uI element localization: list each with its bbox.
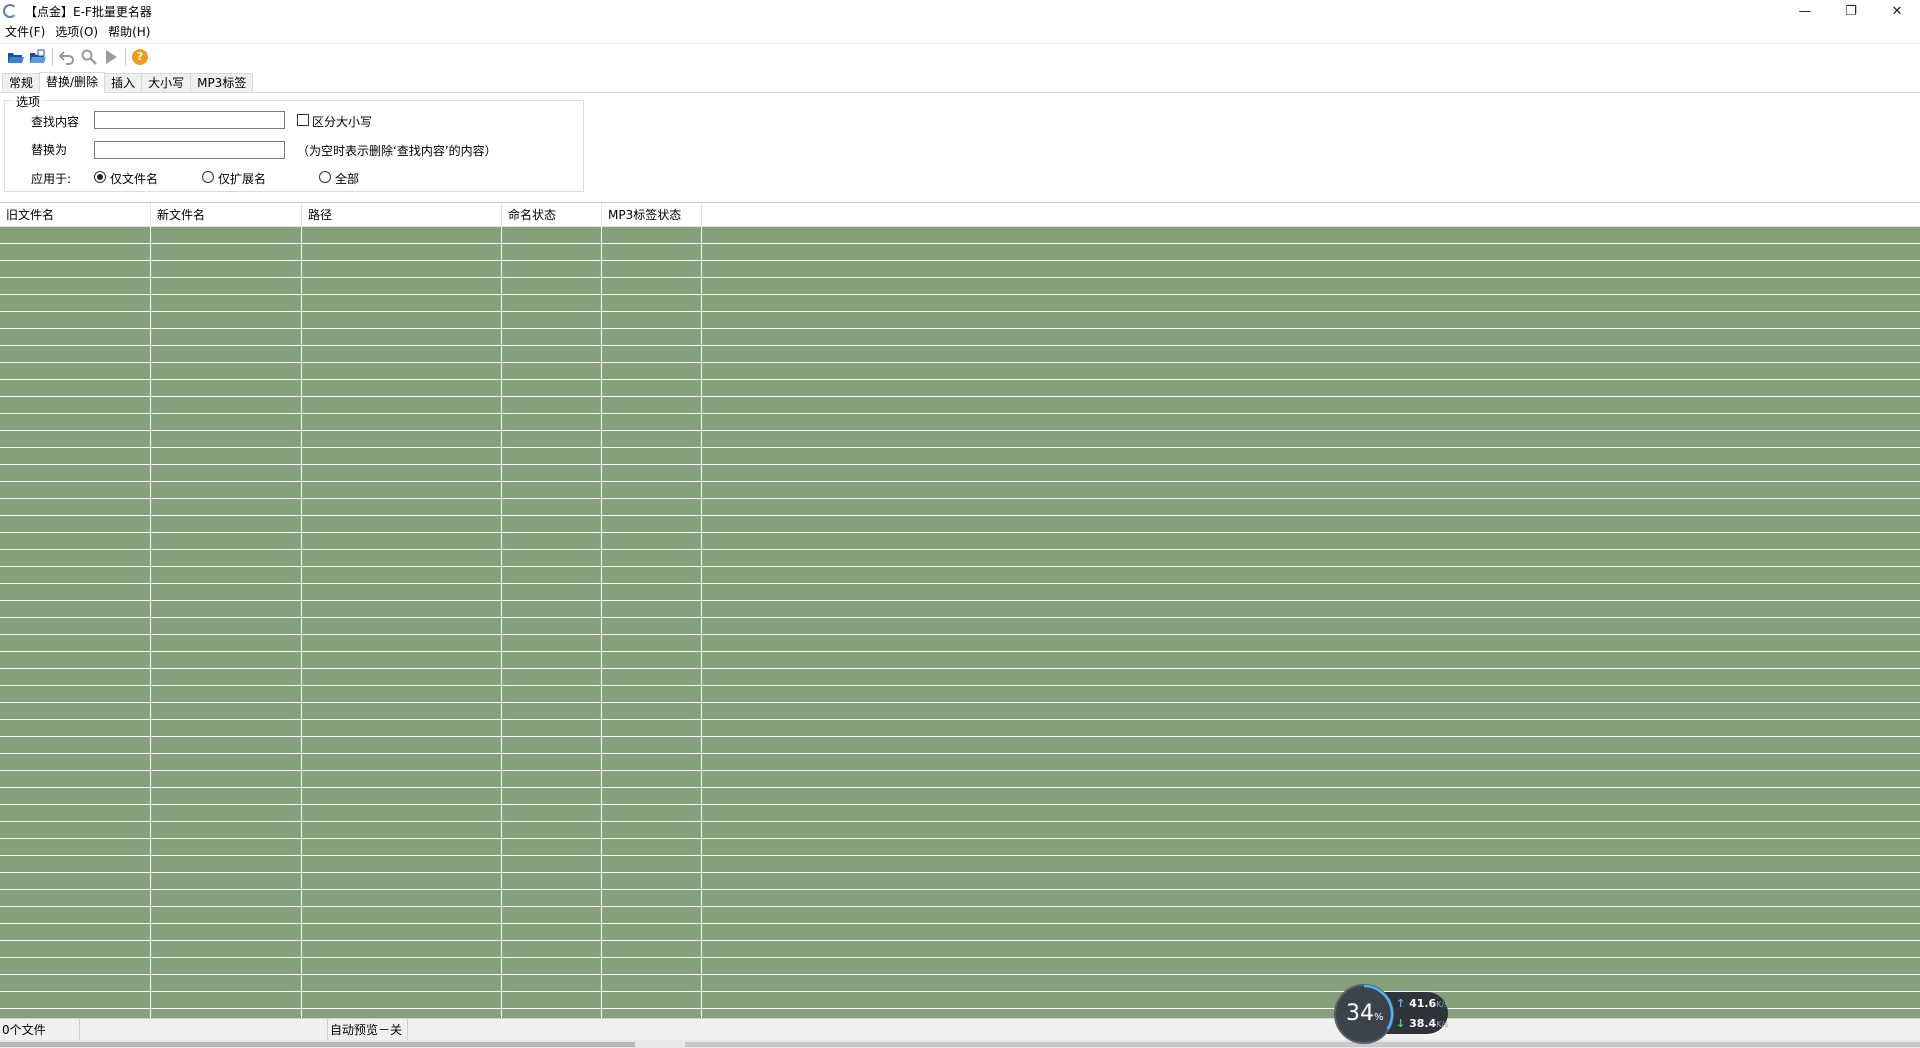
download-speed-value: 38.4 (1409, 1017, 1437, 1030)
status-auto-preview: 自动预览－关 (328, 1018, 408, 1041)
options-group: 选项 查找内容 区分大小写 替换为 （为空时表示删除‘查找内容’的内容） 应用于… (4, 93, 584, 192)
case-sensitive-checkbox[interactable] (297, 114, 309, 126)
help-button[interactable]: ? (129, 46, 151, 68)
upload-speed-value: 41.6 (1409, 997, 1437, 1010)
file-list-table[interactable]: 旧文件名 新文件名 路径 命名状态 MP3标签状态 (0, 202, 1920, 1019)
open-file-button[interactable] (27, 46, 49, 68)
status-bar: 0个文件 自动预览－关 (0, 1018, 1920, 1041)
tab-general[interactable]: 常规 (2, 73, 41, 92)
scroll-thumb[interactable] (0, 1042, 635, 1047)
download-speed: ↓ 38.4K/s (1396, 1017, 1448, 1030)
download-arrow-icon: ↓ (1396, 1017, 1406, 1030)
find-input[interactable] (94, 111, 285, 129)
tab-mp3-tags[interactable]: MP3标签 (190, 73, 254, 92)
radio-all[interactable] (319, 171, 331, 183)
usage-percent: 34% (1346, 1001, 1384, 1026)
upload-speed: ↑ 41.6K/s (1396, 997, 1448, 1010)
column-header-rename-status[interactable]: 命名状态 (502, 203, 602, 227)
search-icon (81, 49, 97, 65)
options-legend: 选项 (13, 93, 44, 110)
minimize-icon: — (1798, 3, 1812, 19)
case-sensitive-label: 区分大小写 (312, 115, 373, 129)
find-label: 查找内容 (31, 115, 80, 129)
radio-filename-only[interactable] (94, 171, 106, 183)
run-icon (106, 49, 117, 64)
tab-insert[interactable]: 插入 (104, 73, 143, 92)
restore-icon: ❐ (1845, 3, 1857, 19)
apply-label: 应用于: (31, 172, 72, 186)
radio-extension-only[interactable] (202, 171, 214, 183)
menu-file[interactable]: 文件(F) (0, 22, 50, 42)
title-bar: 【点金】E-F批量更名器 — ❐ ✕ (0, 0, 1920, 22)
open-file-icon (30, 49, 46, 63)
status-empty-pane (80, 1018, 328, 1041)
radio-filename-only-label: 仅文件名 (110, 172, 159, 186)
tab-strip: 常规 替换/删除 插入 大小写 MP3标签 (0, 72, 1920, 93)
replace-label: 替换为 (31, 143, 68, 157)
radio-extension-only-label: 仅扩展名 (218, 172, 267, 186)
toolbar: ? (0, 43, 1920, 69)
network-speed-widget[interactable]: 34% ↑ 41.6K/s ↓ 38.4K/s (1334, 984, 1454, 1044)
upload-speed-unit: K/s (1436, 1000, 1449, 1009)
tab-replace-delete[interactable]: 替换/删除 (39, 72, 106, 93)
menu-help[interactable]: 帮助(H) (103, 22, 155, 42)
scroll-track[interactable] (685, 1042, 1920, 1047)
column-header-mp3-status[interactable]: MP3标签状态 (602, 203, 702, 227)
minimize-button[interactable]: — (1782, 0, 1828, 22)
app-window: 【点金】E-F批量更名器 — ❐ ✕ 文件(F) 选项(O) 帮助(H) ? 常… (0, 0, 1920, 1048)
restore-button[interactable]: ❐ (1828, 0, 1874, 22)
status-file-count: 0个文件 (0, 1018, 80, 1041)
taskbar-strip (0, 1040, 1920, 1048)
undo-icon (59, 50, 74, 65)
replace-input[interactable] (94, 141, 285, 159)
menu-options[interactable]: 选项(O) (50, 22, 103, 42)
app-icon (3, 4, 17, 18)
tab-case[interactable]: 大小写 (141, 73, 192, 92)
toolbar-separator (125, 47, 126, 66)
toolbar-separator (52, 47, 53, 66)
menu-bar: 文件(F) 选项(O) 帮助(H) (0, 22, 1920, 42)
close-button[interactable]: ✕ (1874, 0, 1920, 22)
radio-all-label: 全部 (335, 172, 360, 186)
column-header-path[interactable]: 路径 (302, 203, 502, 227)
help-icon: ? (132, 48, 148, 65)
upload-arrow-icon: ↑ (1396, 997, 1406, 1010)
window-controls: — ❐ ✕ (1782, 0, 1920, 22)
table-body[interactable] (0, 227, 1920, 1019)
close-icon: ✕ (1891, 3, 1903, 19)
preview-button[interactable] (78, 46, 100, 68)
usage-percent-value: 34 (1346, 1001, 1374, 1026)
replace-hint: （为空时表示删除‘查找内容’的内容） (297, 144, 497, 158)
undo-button[interactable] (56, 46, 78, 68)
run-button[interactable] (100, 46, 122, 68)
open-folder-icon (8, 52, 24, 63)
open-folder-button[interactable] (5, 46, 27, 68)
table-header: 旧文件名 新文件名 路径 命名状态 MP3标签状态 (0, 203, 1920, 227)
usage-percent-unit: % (1374, 1012, 1384, 1023)
column-header-new-name[interactable]: 新文件名 (151, 203, 302, 227)
window-title: 【点金】E-F批量更名器 (25, 4, 152, 19)
download-speed-unit: K/s (1436, 1020, 1449, 1029)
column-header-old-name[interactable]: 旧文件名 (0, 203, 151, 227)
